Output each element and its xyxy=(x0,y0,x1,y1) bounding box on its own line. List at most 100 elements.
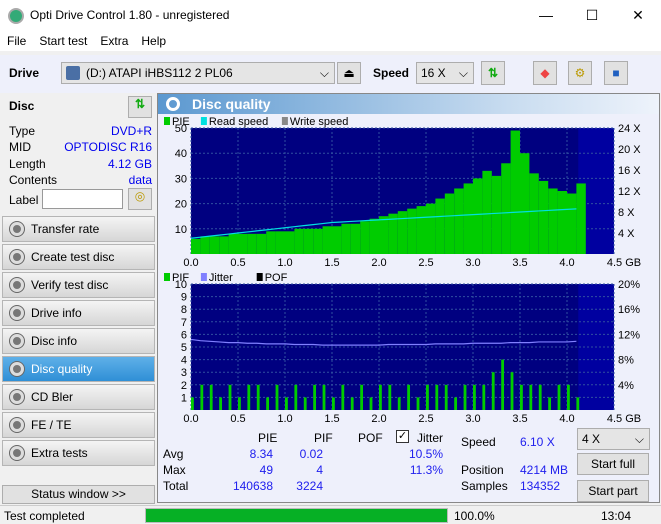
y-tick-label: 2 xyxy=(181,380,187,392)
pif-bar xyxy=(407,384,411,410)
menu-help[interactable]: Help xyxy=(134,31,172,48)
pie-bar xyxy=(435,198,445,254)
y2-tick-label: 16 X xyxy=(618,165,641,177)
pie-bar xyxy=(444,193,455,254)
pie-bar xyxy=(294,228,304,254)
label-apply-button[interactable]: ◎ xyxy=(128,188,152,210)
pie-bar xyxy=(219,236,229,254)
speed-select[interactable]: 16 X ⌵ xyxy=(416,62,474,84)
pie-bar xyxy=(510,130,520,254)
panel-title: Disc quality xyxy=(158,94,659,114)
label-input[interactable] xyxy=(42,189,123,209)
nav-transfer-rate[interactable]: Transfer rate xyxy=(2,216,155,242)
pif-bar xyxy=(200,384,204,410)
speed-label: Speed xyxy=(373,66,410,80)
pif-bar xyxy=(247,384,251,410)
jitter-checkbox[interactable]: ✓ xyxy=(396,430,409,443)
start-part-button[interactable]: Start part xyxy=(577,480,649,502)
x-tick-label: 1.0 xyxy=(277,257,292,269)
col-jitter: Jitter xyxy=(417,431,444,445)
test-speed-select[interactable]: 4 X ⌵ xyxy=(577,428,650,450)
pie-bar xyxy=(454,188,464,254)
minimize-button[interactable]: — xyxy=(523,0,569,31)
y2-tick-label: 16% xyxy=(618,304,640,316)
toolbar: Drive (D:) ATAPI iHBS112 2 PL06 ⌵ ⏏ Spee… xyxy=(0,55,661,93)
settings-button[interactable]: ⚙ xyxy=(568,61,592,85)
legend-swatch xyxy=(281,117,288,125)
x-tick-label: 2.5 xyxy=(418,413,433,424)
disc-icon xyxy=(10,334,24,348)
nav-extra-tests[interactable]: Extra tests xyxy=(2,440,155,466)
legend-swatch xyxy=(164,273,170,281)
drive-select[interactable]: (D:) ATAPI iHBS112 2 PL06 ⌵ xyxy=(61,62,335,84)
pie-bar xyxy=(285,231,295,254)
nav-fe-te[interactable]: FE / TE xyxy=(2,412,155,438)
close-button[interactable]: ✕ xyxy=(615,0,661,31)
stat-jitter: 10.5% xyxy=(408,447,443,461)
chevron-down-icon: ⌵ xyxy=(458,66,468,80)
eject-button[interactable]: ⏏ xyxy=(337,62,361,84)
nav-verify-test-disc[interactable]: Verify test disc xyxy=(2,272,155,298)
x-tick-label: 1.5 xyxy=(324,257,339,269)
pie-bar xyxy=(501,163,511,254)
y-tick-label: 30 xyxy=(175,173,187,185)
menu-start-test[interactable]: Start test xyxy=(32,31,93,48)
pie-bar xyxy=(576,183,586,254)
pie-bar xyxy=(350,223,361,254)
disc-refresh-button[interactable]: ⇅ xyxy=(128,96,152,118)
pif-bar xyxy=(454,397,458,410)
menu-file[interactable]: File xyxy=(0,31,32,48)
y-tick-label: 50 xyxy=(175,123,187,135)
x-tick-label: 4.5 GB xyxy=(607,257,641,269)
pie-bar xyxy=(482,170,492,254)
stat-row-label: Avg xyxy=(163,447,184,461)
pif-bar xyxy=(491,372,495,410)
pif-bar xyxy=(275,384,279,410)
y-tick-label: 4 xyxy=(181,355,187,367)
pif-bar xyxy=(256,384,260,410)
nav-disc-info[interactable]: Disc info xyxy=(2,328,155,354)
pie-bar xyxy=(520,153,530,254)
pie-bar xyxy=(426,203,436,254)
x-tick-label: 1.5 xyxy=(324,413,339,424)
disc-icon xyxy=(10,222,24,236)
y-tick-label: 10 xyxy=(175,279,187,291)
pif-bar xyxy=(576,397,580,410)
disc-quality-panel: Disc quality PIE Read speed Write speed 10 2… xyxy=(157,93,660,503)
x-tick-label: 2.5 xyxy=(418,257,433,269)
nav-disc-quality[interactable]: Disc quality xyxy=(2,356,155,382)
y-tick-label: 9 xyxy=(181,292,187,304)
nav-cd-bler[interactable]: CD Bler xyxy=(2,384,155,410)
erase-button[interactable]: ◆ xyxy=(533,61,557,85)
disc-icon xyxy=(10,390,24,404)
refresh-button[interactable]: ⇅ xyxy=(481,61,505,85)
save-button[interactable]: ■ xyxy=(604,61,628,85)
pie-bar xyxy=(238,233,248,254)
nav-drive-info[interactable]: Drive info xyxy=(2,300,155,326)
pif-bar xyxy=(369,397,373,410)
pie-bar xyxy=(538,180,549,254)
start-full-button[interactable]: Start full xyxy=(577,453,649,475)
pif-bar xyxy=(228,384,232,410)
legend-jitter: Jitter xyxy=(209,272,233,284)
status-window-button[interactable]: Status window >> xyxy=(2,485,155,504)
pif-bar xyxy=(473,384,476,410)
maximize-button[interactable]: ☐ xyxy=(569,0,615,31)
y-tick-label: 5 xyxy=(181,342,187,354)
legend-read-speed: Read speed xyxy=(209,116,268,128)
pif-bar xyxy=(303,397,307,410)
pie-bar xyxy=(275,231,285,254)
pif-bar xyxy=(219,397,223,410)
pie-bar xyxy=(266,231,276,254)
label-key: Label xyxy=(9,193,39,207)
stat-pif: 3224 xyxy=(296,479,323,493)
pif-bar xyxy=(350,397,354,410)
pie-bar xyxy=(191,238,201,254)
legend-swatch xyxy=(200,273,207,281)
y2-tick-label: 8 X xyxy=(618,207,635,219)
pif-bar xyxy=(482,384,486,410)
nav-create-test-disc[interactable]: Create test disc xyxy=(2,244,155,270)
pie-bar xyxy=(463,183,473,254)
y2-tick-label: 4 X xyxy=(618,228,635,240)
menu-extra[interactable]: Extra xyxy=(93,31,134,48)
